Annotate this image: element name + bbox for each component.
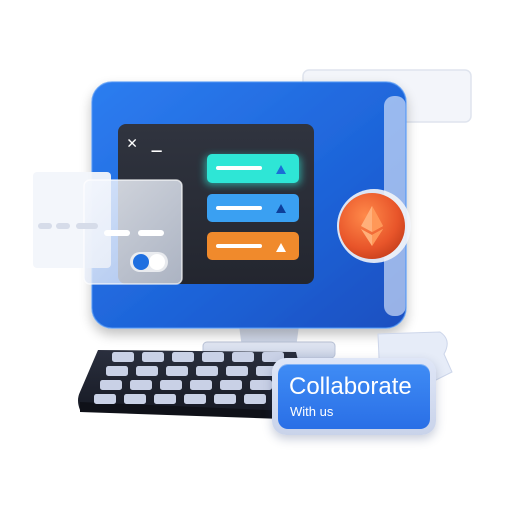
keyboard-key[interactable]: [142, 352, 164, 362]
ethereum-coin: [337, 189, 411, 263]
keyboard-key[interactable]: [136, 366, 158, 376]
keyboard-key[interactable]: [124, 394, 146, 404]
screen-menu-item-2[interactable]: [207, 194, 299, 222]
password-dots: [38, 223, 98, 229]
keyboard-key[interactable]: [220, 380, 242, 390]
collaborate-badge-face[interactable]: Collaborate With us: [278, 364, 430, 429]
toggle-switch[interactable]: [130, 252, 168, 272]
keyboard-key[interactable]: [184, 394, 206, 404]
screen-menu-item-3[interactable]: [207, 232, 299, 260]
keyboard-key[interactable]: [160, 380, 182, 390]
computer-illustration: [33, 69, 472, 420]
keyboard-key[interactable]: [244, 394, 266, 404]
badge-subtitle: With us: [290, 404, 334, 419]
collaborate-badge[interactable]: Collaborate With us: [272, 358, 436, 435]
keyboard-key[interactable]: [130, 380, 152, 390]
keyboard-key[interactable]: [166, 366, 188, 376]
badge-title: Collaborate: [289, 373, 412, 400]
keyboard-key[interactable]: [190, 380, 212, 390]
keyboard-key[interactable]: [94, 394, 116, 404]
keyboard-key[interactable]: [172, 352, 194, 362]
illustration-stage: ✕ _ Collaborate With us: [0, 0, 512, 512]
keyboard-key[interactable]: [112, 352, 134, 362]
keyboard-key[interactable]: [226, 366, 248, 376]
keyboard-key[interactable]: [196, 366, 218, 376]
screen-menu-item-1[interactable]: [205, 154, 301, 185]
keyboard-key[interactable]: [202, 352, 224, 362]
keyboard-key[interactable]: [154, 394, 176, 404]
floating-glass-card-left: [33, 172, 183, 285]
keyboard-key[interactable]: [106, 366, 128, 376]
keyboard-key[interactable]: [250, 380, 272, 390]
terminal-prompt: ✕ _: [127, 133, 164, 153]
keyboard-key[interactable]: [232, 352, 254, 362]
keyboard-key[interactable]: [100, 380, 122, 390]
keyboard-key[interactable]: [214, 394, 236, 404]
